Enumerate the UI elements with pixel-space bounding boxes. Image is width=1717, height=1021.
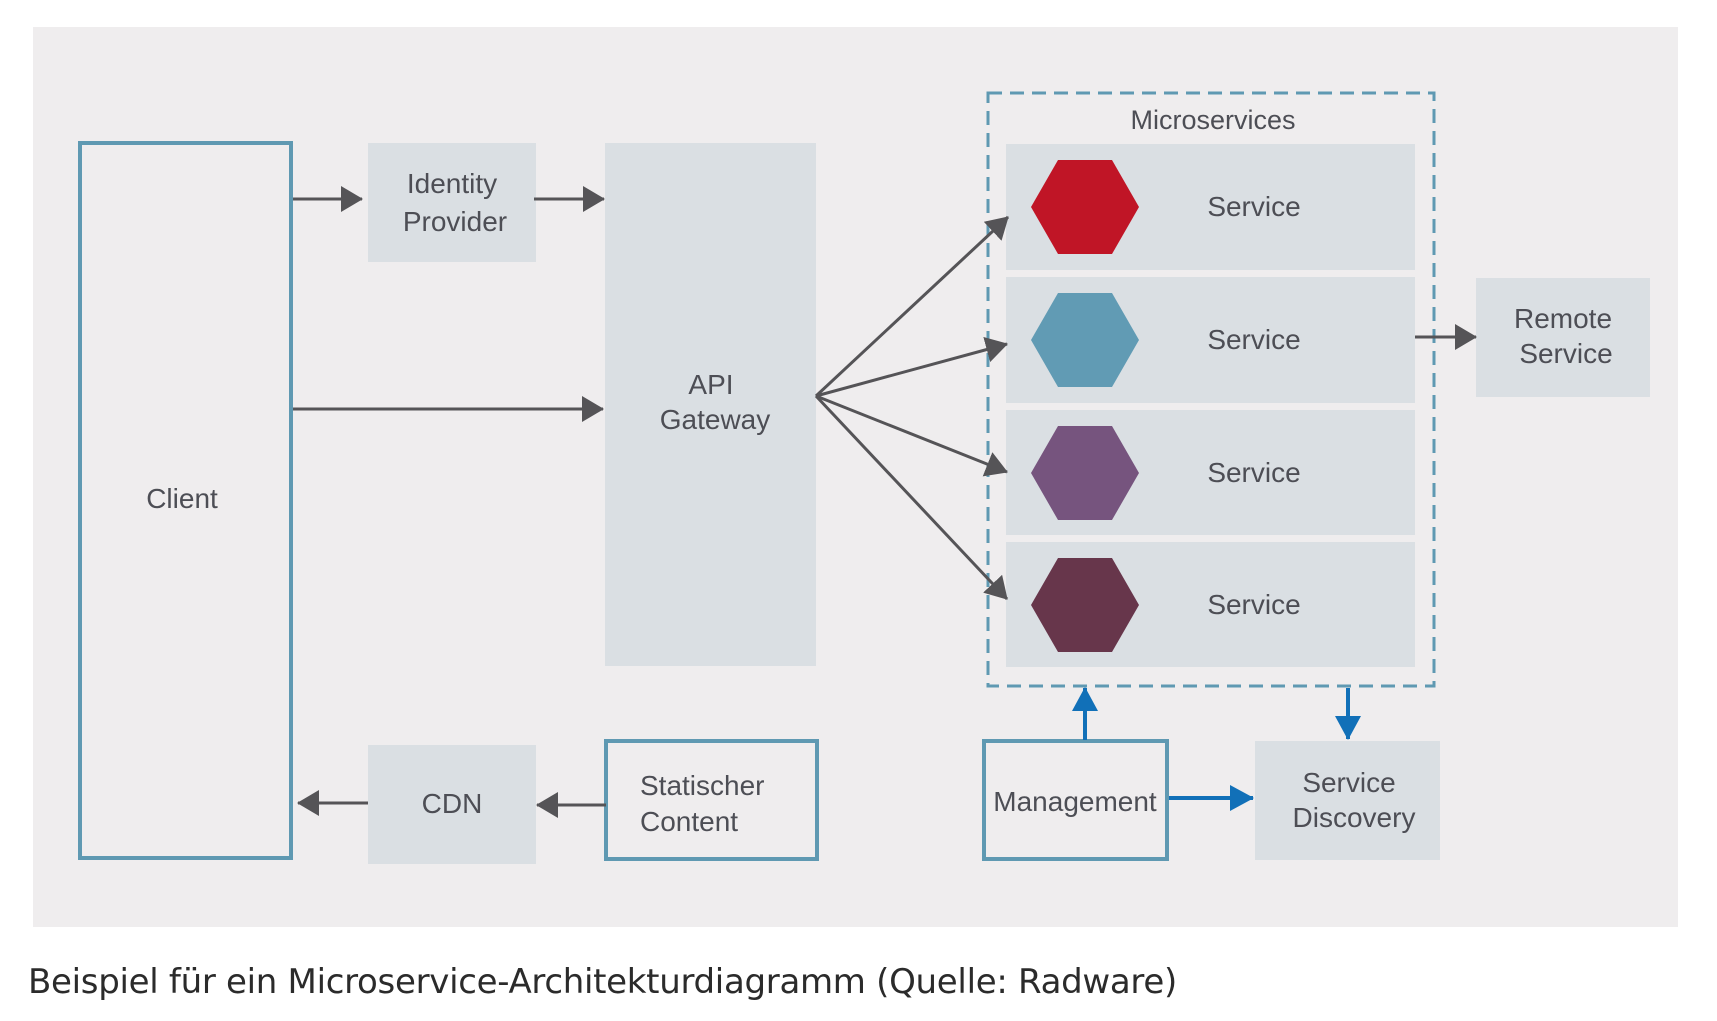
api-gateway-node[interactable]: API Gateway <box>605 143 816 666</box>
service-label: Service <box>1207 589 1300 620</box>
api-gateway-label-line2: Gateway <box>660 404 771 435</box>
architecture-diagram: Client Identity Provider API Gateway Mic… <box>33 27 1678 927</box>
api-gateway-label-line1: API <box>688 369 733 400</box>
remote-service-label-line2: Service <box>1519 338 1612 369</box>
service-node[interactable]: Service <box>1006 542 1415 667</box>
cdn-node[interactable]: CDN <box>368 745 536 864</box>
service-node[interactable]: Service <box>1006 277 1415 403</box>
service-discovery-node[interactable]: Service Discovery <box>1255 741 1440 860</box>
static-content-label-line2: Content <box>640 806 738 837</box>
service-node[interactable]: Service <box>1006 410 1415 535</box>
service-label: Service <box>1207 324 1300 355</box>
identity-provider-label-line1: Identity <box>407 168 497 199</box>
cdn-label: CDN <box>422 788 483 819</box>
figure-caption: Beispiel für ein Microservice-Architektu… <box>28 962 1177 1002</box>
service-discovery-label-line2: Discovery <box>1293 802 1416 833</box>
remote-service-node[interactable]: Remote Service <box>1476 278 1650 397</box>
service-discovery-label-line1: Service <box>1302 767 1395 798</box>
service-node[interactable]: Service <box>1006 144 1415 270</box>
remote-service-label-line1: Remote <box>1514 303 1612 334</box>
service-label: Service <box>1207 457 1300 488</box>
static-content-label-line1: Statischer <box>640 770 765 801</box>
management-label: Management <box>993 786 1157 817</box>
service-label: Service <box>1207 191 1300 222</box>
identity-provider-label-line2: Provider <box>403 206 507 237</box>
identity-provider-node[interactable]: Identity Provider <box>368 143 536 262</box>
microservices-label: Microservices <box>1130 105 1295 135</box>
client-label: Client <box>146 483 218 514</box>
